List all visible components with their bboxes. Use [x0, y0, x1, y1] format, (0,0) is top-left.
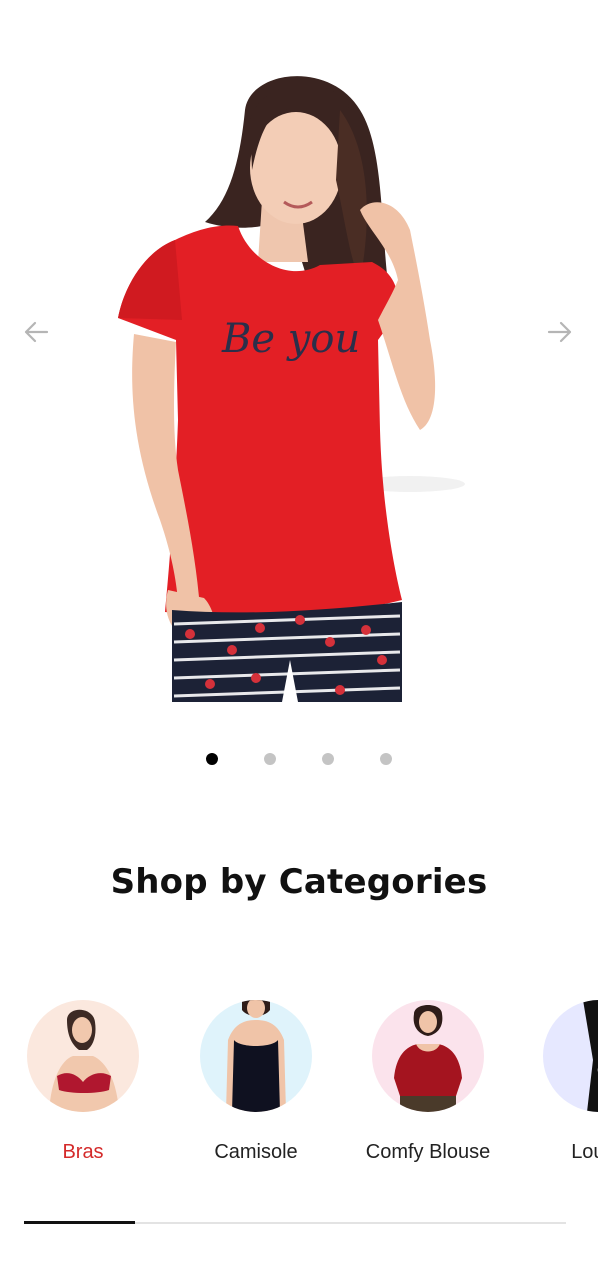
category-item-camisole[interactable]: Camisole [176, 1000, 336, 1164]
category-label: Bras [62, 1141, 104, 1163]
carousel-dot-2[interactable] [264, 753, 276, 765]
section-title: Shop by Categories [110, 862, 488, 902]
category-image-comfy-blouse [372, 1000, 484, 1112]
category-list[interactable]: Bras Camisole Comfy Blouse Lo [0, 1000, 598, 1180]
carousel-prev-button[interactable] [20, 316, 52, 348]
category-item-comfy-blouse[interactable]: Comfy Blouse [348, 1000, 508, 1164]
category-scroll-thumb[interactable] [24, 1221, 135, 1224]
carousel-dot-4[interactable] [380, 753, 392, 765]
category-label: Comfy Blouse [365, 1141, 491, 1163]
tshirt-print-text: Be you [221, 316, 360, 362]
category-image-camisole [200, 1000, 312, 1112]
carousel-next-button[interactable] [544, 316, 576, 348]
arrow-right-icon [547, 321, 572, 343]
category-image-lounge [543, 1000, 598, 1112]
carousel-pagination [0, 753, 598, 765]
arrow-left-icon [24, 321, 49, 343]
category-item-lounge[interactable]: Loung [519, 1000, 598, 1164]
category-label: Loung [571, 1141, 598, 1163]
category-image-bras [27, 1000, 139, 1112]
hero-carousel[interactable]: Be you [0, 0, 598, 710]
hero-product-image: Be you [118, 76, 465, 702]
category-item-bras[interactable]: Bras [3, 1000, 163, 1164]
carousel-dot-1[interactable] [206, 753, 218, 765]
category-label: Camisole [214, 1141, 298, 1163]
carousel-dot-3[interactable] [322, 753, 334, 765]
